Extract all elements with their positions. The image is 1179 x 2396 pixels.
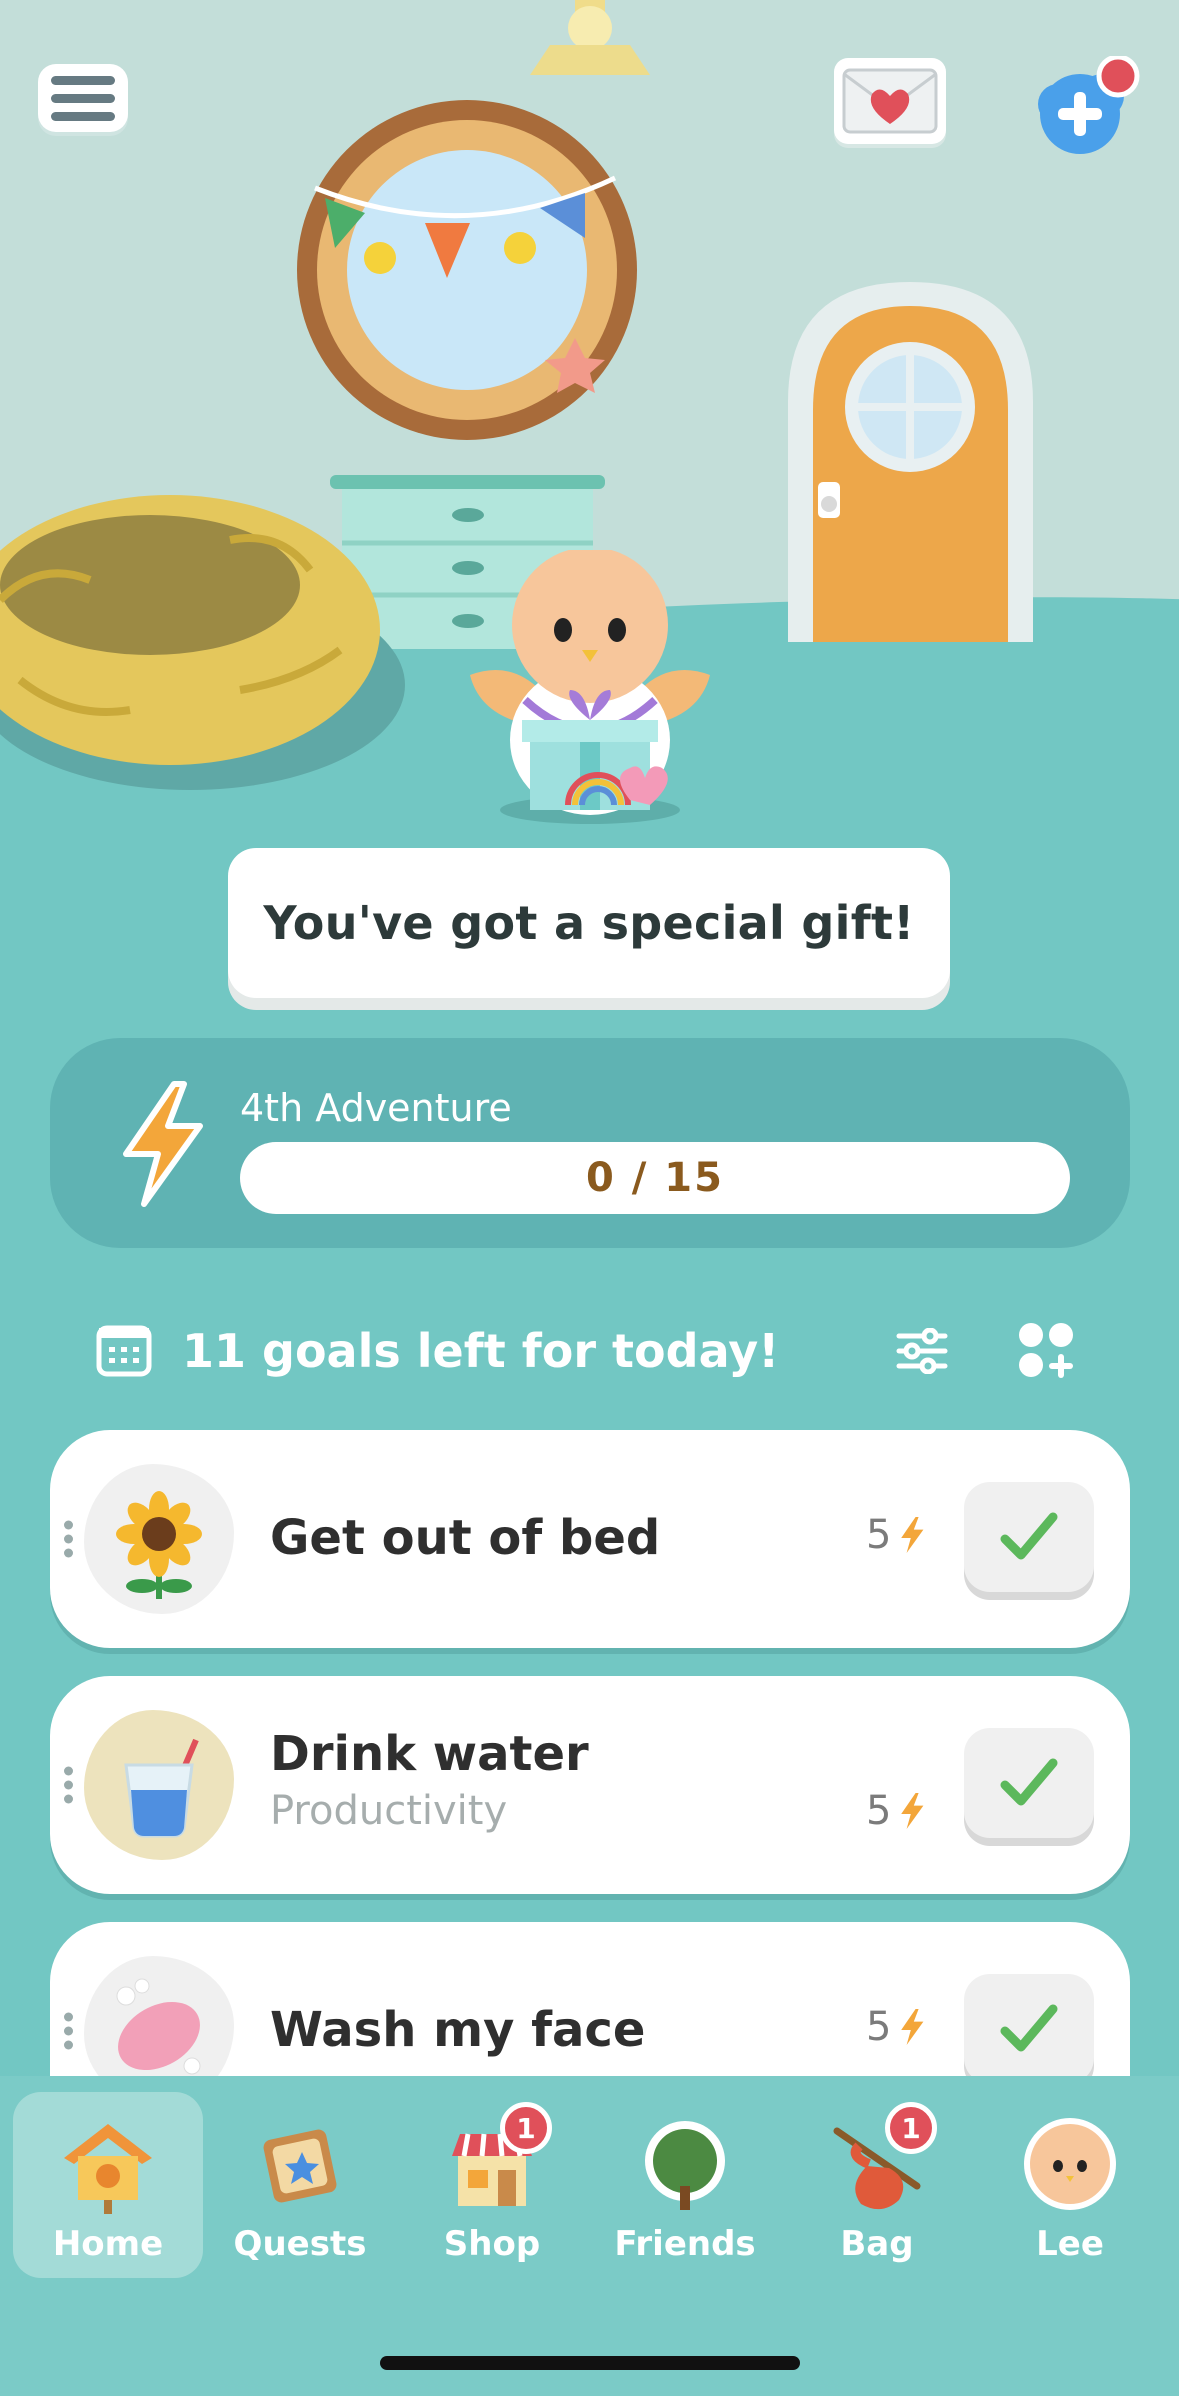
- tab-label: Bag: [840, 2224, 914, 2264]
- adventure-title: 4th Adventure: [240, 1086, 512, 1130]
- goal-category: Productivity: [270, 1788, 508, 1834]
- goals-header: 11 goals left for today!: [96, 1320, 1076, 1382]
- goal-icon-wrap: [84, 1464, 234, 1614]
- tab-label: Lee: [1036, 2224, 1104, 2264]
- tab-home[interactable]: Home: [13, 2092, 203, 2278]
- goal-card-drink-water[interactable]: Drink water Productivity 5: [50, 1676, 1130, 1894]
- goal-points: 5: [866, 1512, 927, 1558]
- sunflower-icon: [116, 1491, 202, 1599]
- tab-label: Friends: [614, 2224, 756, 2264]
- home-indicator: [380, 2356, 800, 2370]
- checkmark-icon: [1000, 1758, 1058, 1806]
- tab-label: Shop: [443, 2224, 541, 2264]
- goal-points: 5: [866, 2004, 927, 2050]
- goal-name: Get out of bed: [270, 1510, 661, 1566]
- tab-friends[interactable]: Friends: [590, 2092, 780, 2278]
- tab-profile[interactable]: Lee: [975, 2092, 1165, 2278]
- complete-goal-button[interactable]: [964, 1482, 1094, 1592]
- room-scene: [0, 0, 1179, 830]
- drag-handle-icon[interactable]: [64, 1766, 73, 1804]
- adventure-progress-text: 0 / 15: [586, 1155, 724, 1201]
- water-glass-icon: [124, 1738, 199, 1838]
- tab-label: Home: [52, 2224, 164, 2264]
- lightning-bolt-icon: [123, 1081, 203, 1207]
- hamburger-menu-icon: [51, 75, 115, 85]
- complete-goal-button[interactable]: [964, 1974, 1094, 2084]
- goal-points-value: 5: [866, 1788, 892, 1834]
- tab-quests[interactable]: Quests: [205, 2092, 395, 2278]
- goal-card-get-out-of-bed[interactable]: Get out of bed 5: [50, 1430, 1130, 1648]
- avatar-icon: [1024, 2118, 1116, 2210]
- complete-goal-button[interactable]: [964, 1728, 1094, 1838]
- drag-handle-icon[interactable]: [64, 1520, 73, 1558]
- special-gift-banner[interactable]: You've got a special gift!: [228, 848, 950, 998]
- tab-shop[interactable]: 1 Shop: [397, 2092, 587, 2278]
- goal-points: 5: [866, 1788, 927, 1834]
- menu-button[interactable]: [38, 64, 128, 132]
- tab-bag[interactable]: 1 Bag: [782, 2092, 972, 2278]
- lightning-bolt-icon: [901, 1793, 924, 1829]
- quest-map-icon: [263, 2129, 337, 2203]
- mail-button[interactable]: [834, 58, 946, 144]
- notification-badge: 1: [500, 2102, 552, 2154]
- heart-mail-icon: [842, 68, 938, 134]
- checkmark-icon: [1000, 1512, 1058, 1560]
- filter-sliders-icon[interactable]: [896, 1328, 948, 1374]
- menu-line: [51, 93, 115, 103]
- adventure-progress-bar: 0 / 15: [240, 1142, 1070, 1214]
- nest-icon: [0, 495, 405, 790]
- calendar-icon[interactable]: [96, 1325, 152, 1377]
- character-with-gift-icon: [470, 550, 710, 824]
- add-friend-icon: [1038, 54, 1140, 154]
- goal-points-value: 5: [866, 1512, 892, 1558]
- goal-name: Drink water: [270, 1726, 589, 1782]
- checkmark-icon: [1000, 2004, 1058, 2052]
- goals-left-label: 11 goals left for today!: [182, 1324, 780, 1378]
- round-window-icon: [297, 100, 637, 440]
- ceiling-lamp-icon: [530, 0, 650, 75]
- notification-badge: 1: [885, 2102, 937, 2154]
- drag-handle-icon[interactable]: [64, 2012, 73, 2050]
- lightning-bolt-icon: [901, 2009, 924, 2045]
- menu-line: [51, 111, 115, 121]
- bag-icon-wrap: 1: [827, 2102, 937, 2216]
- add-friend-button[interactable]: [1030, 54, 1140, 156]
- bottom-tab-bar: Home Quests 1 Shop Friends 1 Bag Lee: [0, 2076, 1179, 2396]
- goal-icon-wrap: [84, 1710, 234, 1860]
- goal-name: Wash my face: [270, 2002, 646, 2058]
- birdhouse-icon: [64, 2124, 152, 2214]
- goal-points-value: 5: [866, 2004, 892, 2050]
- tab-label: Quests: [233, 2224, 367, 2264]
- tree-icon: [645, 2121, 725, 2210]
- door-icon: [788, 282, 1033, 642]
- lightning-bolt-icon: [901, 1517, 924, 1553]
- shop-icon-wrap: 1: [442, 2102, 552, 2216]
- add-goal-grid-icon[interactable]: [1018, 1322, 1076, 1380]
